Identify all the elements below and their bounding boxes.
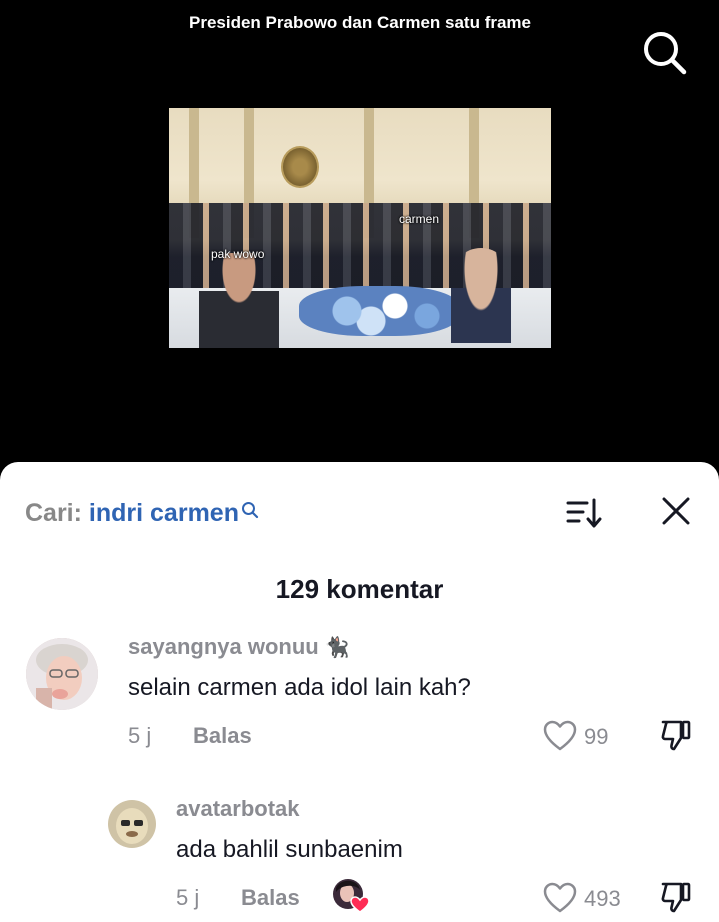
ceiling-medallion [281,146,319,188]
avatar[interactable] [108,800,156,848]
small-search-icon [241,497,259,526]
comment-time: 5 j [128,723,152,748]
video-area[interactable]: Presiden Prabowo dan Carmen satu frame p… [0,0,719,470]
cat-emoji: 🐈‍⬛ [324,637,350,659]
person-left [199,253,279,348]
comment-username[interactable]: avatarbotak [176,796,300,822]
close-icon [662,497,690,525]
thumbs-down-icon [661,720,691,751]
comment-text: ada bahlil sunbaenim [176,836,403,863]
avatar-portrait [26,638,98,710]
search-term[interactable]: indri carmen [89,499,239,527]
search-icon [644,32,687,75]
avatar-portrait [108,800,156,848]
reply-button[interactable]: Balas [193,723,252,749]
comment-time: 5 j [176,885,200,910]
sort-button[interactable] [565,495,603,531]
comment-count: 129 komentar [275,574,444,604]
dislike-button[interactable] [659,880,693,914]
flower-centerpiece [299,286,459,336]
thumbs-down-icon [661,882,691,913]
caption-pak-wowo: pak wowo [211,247,265,261]
video-frame[interactable]: pak wowo carmen [169,108,551,348]
reply-button[interactable]: Balas [241,885,300,911]
caption-carmen: carmen [399,212,440,226]
search-prefix: Cari: [25,499,82,527]
like-count: 99 [584,724,609,749]
heart-badge-icon [350,896,370,913]
heart-icon [543,720,577,751]
video-title: Presiden Prabowo dan Carmen satu frame [189,13,531,32]
person-right [451,248,511,343]
creator-liked-badge [332,878,370,914]
comments-sheet: Cari: indri carmen 129 komentar sayangny… [0,462,719,922]
dislike-button[interactable] [659,718,693,752]
comment-text: selain carmen ada idol lain kah? [128,674,471,701]
comment-username[interactable]: sayangnya wonuu 🐈‍⬛ [128,634,350,660]
like-count: 493 [584,886,621,911]
search-suggestion[interactable]: Cari: indri carmen [25,499,259,528]
like-button[interactable] [543,882,577,914]
avatar[interactable] [26,638,98,710]
heart-icon [543,882,577,913]
comments-header: Cari: indri carmen [0,462,719,562]
like-button[interactable] [543,720,577,752]
close-button[interactable] [660,495,692,527]
sort-icon [566,498,602,528]
search-button[interactable] [640,28,688,76]
